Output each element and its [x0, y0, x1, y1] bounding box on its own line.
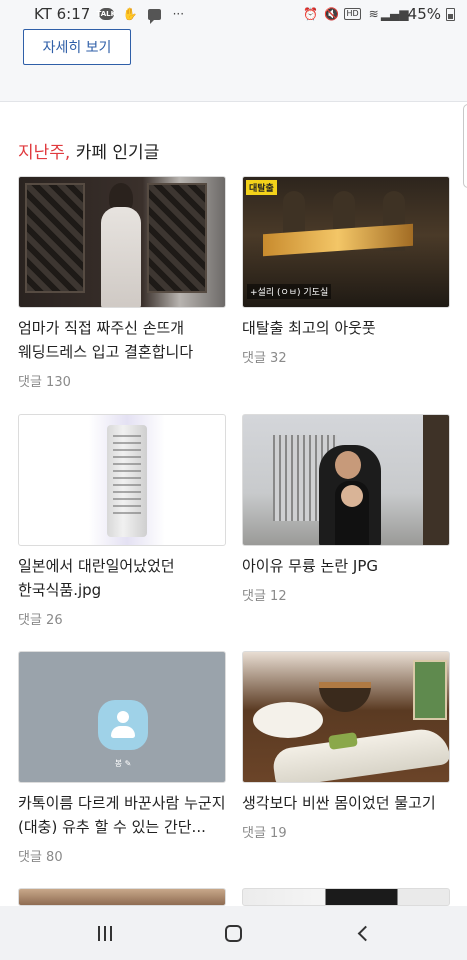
recent-apps-icon	[97, 925, 112, 941]
home-button[interactable]	[204, 913, 264, 953]
section-divider	[0, 101, 467, 102]
card-partial-left[interactable]	[18, 888, 226, 906]
home-icon	[225, 924, 242, 942]
card-great-escape[interactable]: 대탈출 +설리 (ㅇㅂ) 기도실 대탈출 최고의 아웃풋 댓글 32	[242, 176, 450, 366]
card-thumbnail[interactable]	[18, 414, 226, 546]
system-nav-bar	[0, 906, 467, 960]
wifi-icon: ≋	[368, 7, 379, 21]
card-thumbnail[interactable]	[242, 888, 450, 906]
section-title-rest: 카페 인기글	[70, 143, 160, 163]
comment-count: 댓글 19	[242, 826, 287, 841]
card-title[interactable]: 생각보다 비싼 몸이었던 물고기	[242, 791, 450, 815]
card-thumbnail[interactable]	[242, 651, 450, 783]
card-title[interactable]: 카톡이름 다르게 바꾼사람 누군지(대충) 유추 할 수 있는 간단...	[18, 791, 226, 839]
card-iu[interactable]: 아이유 무륭 논란 JPG 댓글 12	[242, 414, 450, 604]
back-icon	[357, 925, 374, 941]
carrier-time: KT 6:17	[34, 5, 91, 23]
card-expensive-fish[interactable]: 생각보다 비싼 몸이었던 물고기 댓글 19	[242, 651, 450, 841]
battery-icon	[446, 7, 455, 21]
card-title[interactable]: 일본에서 대란일어났었던 한국식품.jpg	[18, 554, 226, 602]
profile-name: 봉 ✎	[114, 759, 132, 768]
recent-apps-button[interactable]	[75, 913, 135, 953]
status-bar: KT 6:17 TALK ✋ ··· ⏰ 🔇 HD ≋ ▂▄▆ 45%	[0, 0, 467, 28]
talk-icon: TALK	[96, 8, 117, 20]
card-wedding-dress[interactable]: 엄마가 직접 짜주신 손뜨개 웨딩드레스 입고 결혼합니다^^(+후... 댓글…	[18, 176, 226, 390]
profile-icon	[98, 700, 148, 750]
battery-percent: 45%	[407, 5, 441, 23]
chat-icon	[146, 6, 162, 24]
edge-panel-handle[interactable]	[463, 104, 467, 188]
card-title[interactable]: 대탈출 최고의 아웃풋	[242, 316, 450, 340]
thumbnail-caption: +설리 (ㅇㅂ) 기도실	[247, 284, 332, 299]
thumbnail-tag: 대탈출	[246, 180, 277, 195]
comment-count: 댓글 26	[18, 613, 63, 628]
mute-icon: 🔇	[323, 7, 339, 21]
status-left: KT 6:17 TALK ✋ ···	[34, 5, 186, 24]
card-thumbnail[interactable]: 대탈출 +설리 (ㅇㅂ) 기도실	[242, 176, 450, 308]
hd-icon: HD	[344, 8, 361, 20]
card-thumbnail[interactable]: 봉 ✎	[18, 651, 226, 783]
comment-count: 댓글 80	[18, 850, 63, 865]
signal-icon: ▂▄▆	[380, 7, 409, 21]
section-title: 지난주, 카페 인기글	[18, 138, 159, 163]
hand-icon: ✋	[122, 7, 138, 21]
card-title[interactable]: 아이유 무륭 논란 JPG	[242, 554, 450, 578]
top-area: 자세히 보기	[0, 28, 467, 102]
card-thumbnail[interactable]	[242, 414, 450, 546]
comment-count: 댓글 32	[242, 351, 287, 366]
more-icon: ···	[172, 7, 185, 21]
comment-count: 댓글 12	[242, 589, 287, 604]
back-button[interactable]	[333, 913, 393, 953]
card-kakao-name[interactable]: 봉 ✎ 카톡이름 다르게 바꾼사람 누군지(대충) 유추 할 수 있는 간단..…	[18, 651, 226, 865]
card-thumbnail[interactable]	[18, 176, 226, 308]
card-korean-food[interactable]: 일본에서 대란일어났었던 한국식품.jpg 댓글 26	[18, 414, 226, 628]
card-partial-right[interactable]	[242, 888, 450, 906]
card-thumbnail[interactable]	[18, 888, 226, 906]
status-right: ⏰ 🔇 HD ≋ ▂▄▆ 45%	[302, 5, 455, 23]
card-title[interactable]: 엄마가 직접 짜주신 손뜨개 웨딩드레스 입고 결혼합니다^^(+후...	[18, 316, 226, 364]
comment-count: 댓글 130	[18, 375, 71, 390]
detail-button[interactable]: 자세히 보기	[23, 29, 131, 65]
section-title-accent: 지난주,	[18, 143, 71, 163]
alarm-icon: ⏰	[302, 7, 318, 21]
